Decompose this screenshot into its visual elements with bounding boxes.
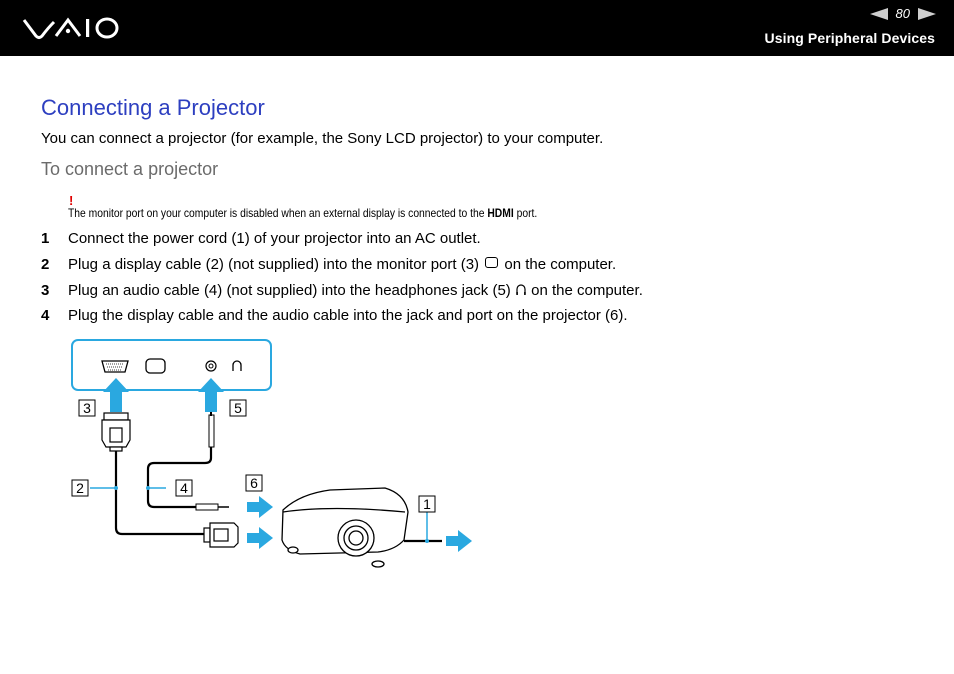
page-header: 80 Using Peripheral Devices: [0, 0, 954, 56]
audio-cable: [146, 447, 213, 509]
svg-text:1: 1: [423, 496, 431, 512]
audio-plug: [208, 412, 215, 448]
step-text: Plug a display cable (2) (not supplied) …: [68, 256, 616, 273]
page-navigation: 80: [869, 6, 936, 21]
svg-text:2: 2: [76, 480, 84, 496]
monitor-port-icon: [485, 257, 499, 268]
warning-note: The monitor port on your computer is dis…: [68, 206, 537, 220]
arrow-right-display: [247, 527, 273, 549]
monitor-port-icon: [101, 360, 129, 373]
step-text-part: Plug an audio cable (4) (not supplied) i…: [68, 282, 515, 299]
svg-text:5: 5: [234, 400, 242, 416]
page-number: 80: [895, 6, 910, 21]
callout-6: 6: [245, 474, 263, 492]
step-number: 3: [41, 282, 50, 299]
vaio-logo: [22, 17, 119, 39]
vga-connector: [101, 412, 131, 452]
step-number: 4: [41, 307, 50, 324]
svg-text:4: 4: [180, 480, 188, 496]
connection-diagram: 3 5 2 4 6 1: [71, 339, 472, 568]
step-text-part: on the computer.: [500, 256, 617, 273]
step-number: 2: [41, 256, 50, 273]
step-text-part: on the computer.: [526, 282, 643, 299]
section-title: Using Peripheral Devices: [764, 30, 935, 46]
step-text: Plug the display cable and the audio cab…: [68, 307, 628, 324]
page-title: Connecting a Projector: [41, 95, 265, 120]
note-text-end: port.: [513, 206, 538, 220]
step-number: 1: [41, 230, 50, 247]
note-text: The monitor port on your computer is dis…: [68, 206, 488, 220]
svg-text:3: 3: [83, 400, 91, 416]
callout-4: 4: [175, 479, 193, 497]
hdmi-port-icon: [145, 358, 166, 374]
callout-1: 1: [418, 495, 436, 513]
headphones-icon: [516, 284, 526, 295]
callout-5: 5: [229, 399, 247, 417]
step-text: Plug an audio cable (4) (not supplied) i…: [68, 282, 643, 299]
next-page-arrow-icon[interactable]: [918, 7, 936, 20]
note-bold: HDMI: [487, 206, 514, 220]
vga-plug-end: [203, 522, 239, 548]
audio-plug-end: [195, 503, 229, 511]
prev-page-arrow-icon[interactable]: [869, 7, 888, 20]
callout-3: 3: [78, 399, 96, 417]
step-text-part: Plug a display cable (2) (not supplied) …: [68, 256, 484, 273]
procedure-heading: To connect a projector: [41, 159, 219, 179]
projector: [281, 487, 409, 568]
svg-text:6: 6: [250, 475, 258, 491]
arrow-right-power: [446, 530, 472, 552]
intro-text: You can connect a projector (for example…: [41, 130, 604, 147]
callout-2: 2: [71, 479, 89, 497]
step-text: Connect the power cord (1) of your proje…: [68, 230, 481, 247]
arrow-right-audio: [247, 496, 273, 518]
